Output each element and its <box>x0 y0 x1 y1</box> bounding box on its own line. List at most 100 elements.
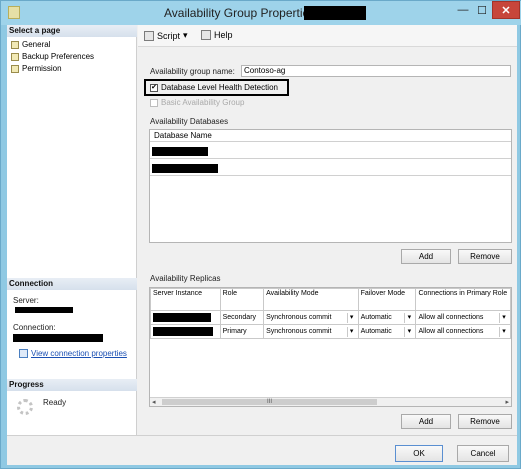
progress-status: Ready <box>43 398 67 407</box>
scroll-thumb[interactable]: III <box>162 399 377 405</box>
availability-replicas-grid: Server Instance Role Availability Mode F… <box>149 287 512 407</box>
db-health-detection-label: Database Level Health Detection <box>161 83 278 92</box>
page-item-permission[interactable]: Permission <box>11 64 62 73</box>
failover-mode-select[interactable]: Automatic ▾ <box>357 324 417 339</box>
help-label: Help <box>214 30 233 40</box>
column-header-availability-mode[interactable]: Availability Mode <box>263 288 359 311</box>
availability-mode-value: Synchronous commit <box>266 328 332 335</box>
availability-mode-select[interactable]: Synchronous commit ▾ <box>263 310 359 325</box>
help-button[interactable]: Help <box>201 30 233 40</box>
connection-heading: Connection <box>7 278 137 290</box>
redacted-connection-name <box>13 334 103 342</box>
checkbox-unchecked-icon <box>150 98 158 107</box>
basic-availability-group-label: Basic Availability Group <box>161 98 245 107</box>
page-item-label: General <box>22 40 51 49</box>
view-connection-properties-link[interactable]: View connection properties <box>19 349 127 358</box>
maximize-button[interactable]: ☐ <box>472 1 492 19</box>
availability-databases-title: Availability Databases <box>150 117 229 126</box>
dialog-footer: OK Cancel <box>7 435 517 465</box>
ag-name-field[interactable]: Contoso-ag <box>241 65 511 77</box>
failover-mode-value: Automatic <box>360 328 392 335</box>
page-icon <box>11 52 19 61</box>
chevron-down-icon: ▾ <box>499 312 508 323</box>
redacted-title-suffix <box>304 6 366 20</box>
toolbar: Script ▾ Help <box>138 25 517 47</box>
page-item-backup-preferences[interactable]: Backup Preferences <box>11 52 94 61</box>
role-cell: Secondary <box>219 310 265 325</box>
chevron-down-icon: ▾ <box>346 326 356 337</box>
basic-availability-group-checkbox[interactable]: Basic Availability Group <box>150 98 244 107</box>
connections-select[interactable]: Allow all connections ▾ <box>415 310 511 325</box>
page-icon <box>11 64 19 73</box>
connections-select[interactable]: Allow all connections ▾ <box>415 324 511 339</box>
right-pane: Script ▾ Help Availability group name: C… <box>138 25 517 435</box>
connection-label: Connection: <box>13 323 56 332</box>
failover-mode-value: Automatic <box>360 314 392 321</box>
availability-group-properties-window: Availability Group Properties — ☐ ✕ Sele… <box>0 0 521 469</box>
page-item-general[interactable]: General <box>11 40 50 49</box>
table-row[interactable] <box>150 143 511 159</box>
availability-mode-select[interactable]: Synchronous commit ▾ <box>263 324 359 339</box>
remove-database-button[interactable]: Remove <box>458 249 512 264</box>
horizontal-scrollbar[interactable]: ◂ III ▸ <box>150 397 511 406</box>
failover-mode-select[interactable]: Automatic ▾ <box>357 310 417 325</box>
close-button[interactable]: ✕ <box>492 1 520 19</box>
link-label: View connection properties <box>31 349 127 358</box>
scroll-right-icon[interactable]: ▸ <box>505 398 509 406</box>
add-database-button[interactable]: Add <box>401 249 451 264</box>
checkbox-checked-icon: ✔ <box>150 83 158 92</box>
progress-heading: Progress <box>7 379 137 391</box>
column-header-server-instance[interactable]: Server Instance <box>150 288 221 311</box>
replicas-table: Server Instance Role Availability Mode F… <box>150 288 511 339</box>
page-icon <box>11 40 19 49</box>
redacted-database-name <box>152 147 208 156</box>
column-header-connections-primary-role[interactable]: Connections in Primary Role <box>415 288 511 311</box>
availability-databases-grid: Database Name <box>149 129 512 243</box>
column-header-failover-mode[interactable]: Failover Mode <box>357 288 417 311</box>
role-cell: Primary <box>219 324 265 339</box>
chevron-down-icon: ▾ <box>499 326 508 337</box>
connections-value: Allow all connections <box>418 328 484 335</box>
window-title: Availability Group Properties <box>164 6 316 20</box>
column-header-role[interactable]: Role <box>219 288 265 311</box>
progress-spinner-icon <box>17 399 33 415</box>
help-icon <box>201 30 211 40</box>
redacted-server-instance <box>153 313 211 322</box>
page-item-label: Permission <box>22 64 62 73</box>
ag-name-label: Availability group name: <box>150 67 235 76</box>
app-icon <box>8 6 20 19</box>
script-button[interactable]: Script ▾ <box>144 30 188 41</box>
redacted-server-instance <box>153 327 213 336</box>
select-page-heading: Select a page <box>7 25 137 37</box>
server-label: Server: <box>13 296 39 305</box>
remove-replica-button[interactable]: Remove <box>458 414 512 429</box>
chevron-down-icon: ▾ <box>183 30 188 40</box>
replicas-header-row: Server Instance Role Availability Mode F… <box>150 288 511 311</box>
database-name-column-header: Database Name <box>150 130 511 142</box>
minimize-button[interactable]: — <box>453 1 473 19</box>
scroll-left-icon[interactable]: ◂ <box>152 398 156 406</box>
chevron-down-icon: ▾ <box>346 312 356 323</box>
connections-value: Allow all connections <box>418 314 484 321</box>
redacted-server-name <box>15 307 73 313</box>
dialog-client-area: Select a page General Backup Preferences… <box>7 25 517 465</box>
chevron-down-icon: ▾ <box>404 312 413 323</box>
server-instance-cell <box>150 310 221 325</box>
cancel-button[interactable]: Cancel <box>457 445 509 462</box>
table-row[interactable] <box>150 160 511 176</box>
ok-button[interactable]: OK <box>395 445 443 462</box>
table-row[interactable]: Primary Synchronous commit ▾ Automatic ▾ A… <box>150 324 511 339</box>
add-replica-button[interactable]: Add <box>401 414 451 429</box>
page-item-label: Backup Preferences <box>22 52 95 61</box>
left-pane: Select a page General Backup Preferences… <box>7 25 137 435</box>
title-bar: Availability Group Properties — ☐ ✕ <box>1 1 521 25</box>
script-label: Script <box>157 30 181 41</box>
redacted-database-name <box>152 164 218 173</box>
script-icon <box>144 30 154 41</box>
db-health-detection-checkbox[interactable]: ✔ Database Level Health Detection <box>150 83 278 92</box>
availability-mode-value: Synchronous commit <box>266 314 332 321</box>
table-row[interactable]: Secondary Synchronous commit ▾ Automatic ▾… <box>150 310 511 325</box>
properties-icon <box>19 349 28 358</box>
availability-replicas-title: Availability Replicas <box>150 274 221 283</box>
server-instance-cell <box>150 324 221 339</box>
